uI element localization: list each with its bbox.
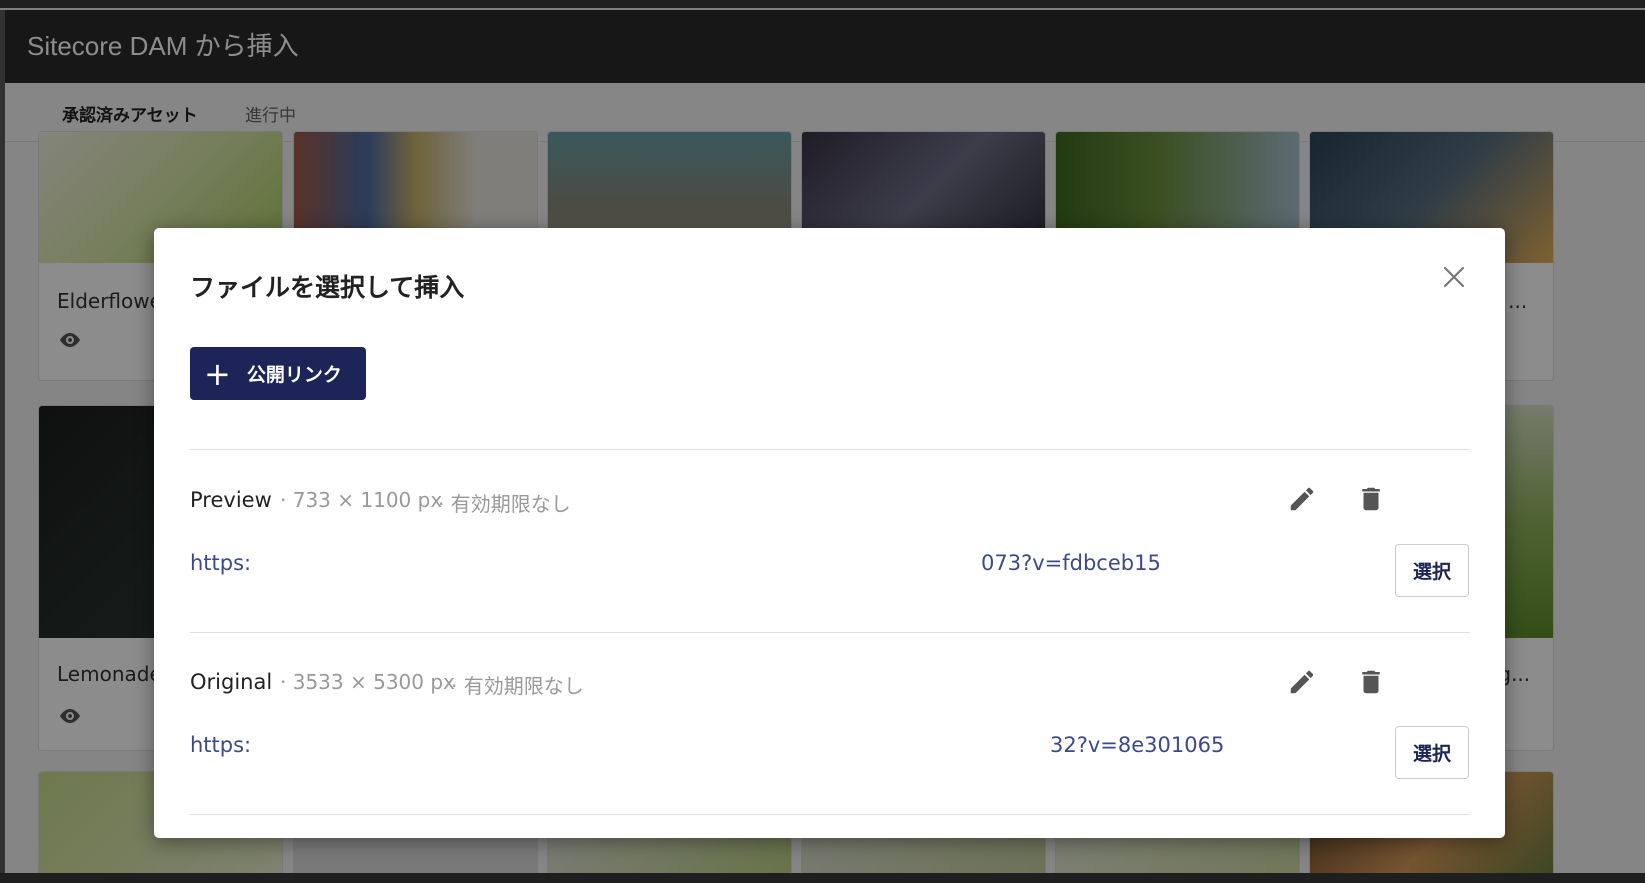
rendition-url-start[interactable]: https:	[190, 733, 251, 757]
divider	[190, 814, 1470, 815]
rendition-url-end[interactable]: 073?v=fdbceb15	[981, 551, 1161, 575]
rendition-size-value: 3533 × 5300 px	[292, 670, 455, 694]
rendition-size-value: 733 × 1100 px	[292, 488, 443, 512]
pencil-icon[interactable]	[1287, 667, 1317, 697]
add-public-link-button[interactable]: + 公開リンク	[190, 347, 366, 400]
trash-icon[interactable]	[1356, 484, 1386, 514]
divider	[190, 632, 1470, 633]
rendition-size: · 3533 × 5300 px	[280, 670, 455, 694]
rendition-expiry: · 有効期限なし	[451, 674, 584, 698]
rendition-expiry: · 有効期限なし	[438, 492, 571, 516]
rendition-name: Original	[190, 670, 273, 694]
rendition-expiry-value: 有効期限なし	[450, 492, 571, 516]
plus-icon: +	[204, 354, 231, 393]
dialog-title: ファイルを選択して挿入	[190, 273, 465, 302]
rendition-size: · 733 × 1100 px	[280, 488, 443, 512]
insert-file-dialog: ファイルを選択して挿入 + 公開リンク Preview · 733 × 1100…	[154, 228, 1505, 838]
select-button[interactable]: 選択	[1395, 726, 1469, 779]
rendition-expiry-value: 有効期限なし	[463, 674, 584, 698]
select-button[interactable]: 選択	[1395, 544, 1469, 597]
pencil-icon[interactable]	[1287, 484, 1317, 514]
close-icon[interactable]	[1439, 262, 1469, 292]
trash-icon[interactable]	[1356, 667, 1386, 697]
divider	[190, 449, 1470, 450]
rendition-url-start[interactable]: https:	[190, 551, 251, 575]
rendition-url-end[interactable]: 32?v=8e301065	[1050, 733, 1224, 757]
add-public-link-label: 公開リンク	[246, 364, 342, 386]
rendition-name: Preview	[190, 488, 272, 512]
